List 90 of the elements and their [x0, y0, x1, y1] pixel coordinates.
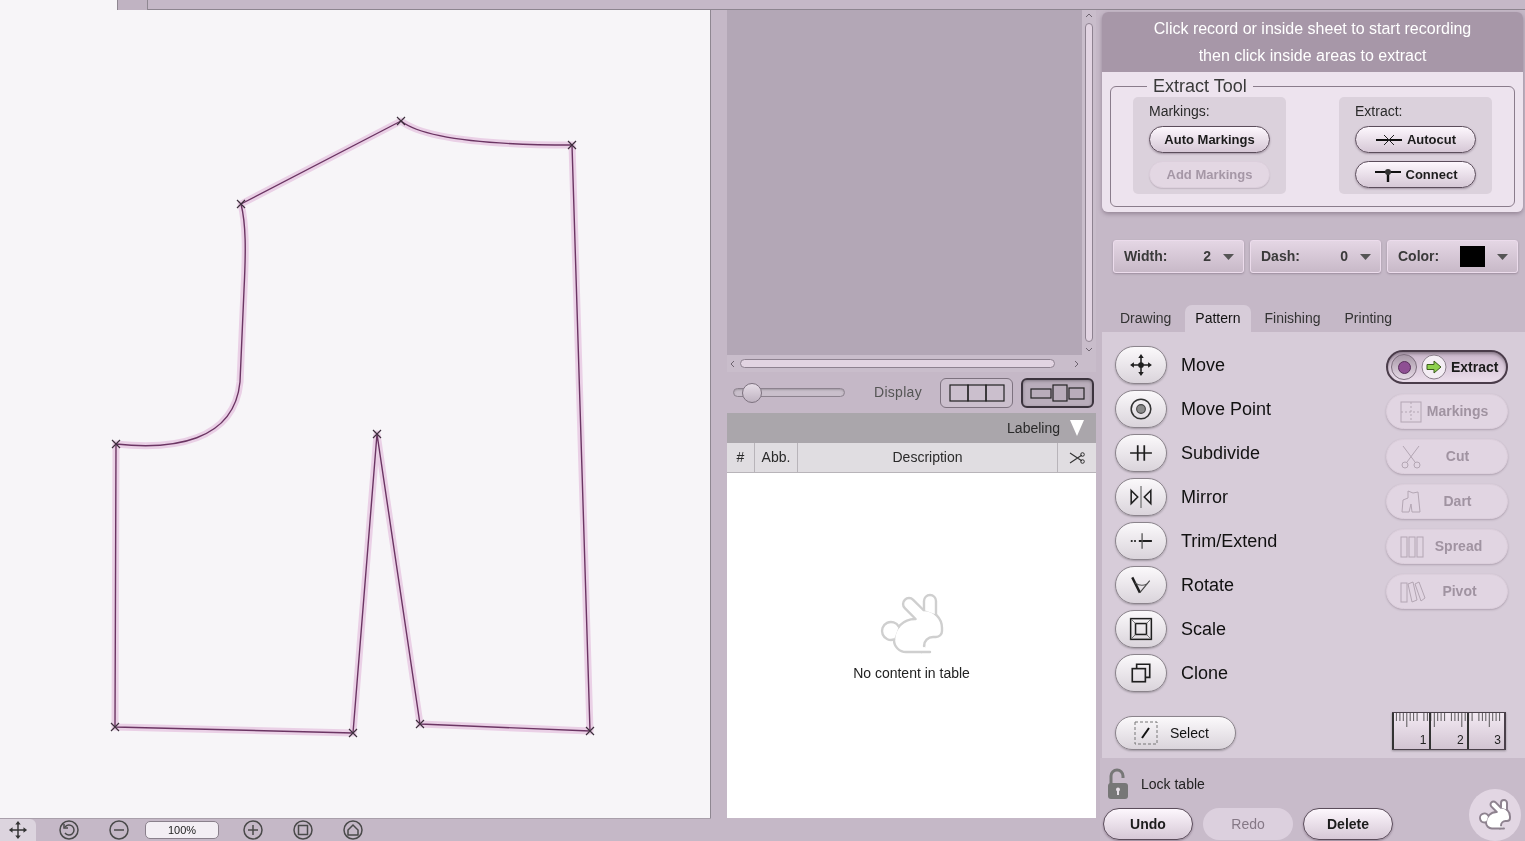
vertex-marker-icon[interactable]: [585, 726, 595, 736]
house-circle-icon[interactable]: [343, 820, 363, 840]
tee-joint-icon: [1373, 167, 1402, 182]
dashed-grid-icon: [1400, 400, 1422, 423]
tool-button[interactable]: [1115, 346, 1167, 384]
column-header[interactable]: #: [727, 443, 755, 472]
tool-button[interactable]: [1115, 478, 1167, 516]
lock-table-label: Lock table: [1141, 774, 1205, 794]
vertex-marker-icon[interactable]: [567, 140, 577, 150]
concentric-circle-icon: [1129, 397, 1153, 421]
zoom-field[interactable]: 100%: [145, 821, 219, 839]
tab[interactable]: Finishing: [1254, 305, 1331, 332]
vertical-scrollbar[interactable]: [1082, 10, 1096, 355]
tool-label: Clone: [1181, 661, 1229, 685]
minus-circle-icon[interactable]: [109, 820, 129, 840]
scrollbar-thumb[interactable]: [1085, 23, 1093, 342]
empty-table-message: No content in table: [853, 664, 970, 683]
tool-label: Trim/Extend: [1181, 529, 1278, 553]
tool-label: Subdivide: [1181, 441, 1261, 465]
dropdown[interactable]: Color:: [1387, 240, 1518, 273]
vertex-marker-icon[interactable]: [111, 439, 121, 449]
group-title: Extract Tool: [1152, 75, 1248, 97]
open-padlock-icon[interactable]: [1107, 768, 1129, 800]
tab[interactable]: Printing: [1334, 305, 1402, 332]
fanned-strips-icon: [1400, 580, 1426, 603]
tool-label: Rotate: [1181, 573, 1235, 597]
overlapping-squares-icon: [1129, 661, 1153, 685]
vertex-marker-icon[interactable]: [415, 719, 425, 729]
column-header[interactable]: Abb.: [755, 443, 798, 472]
square-circle-icon[interactable]: [293, 820, 313, 840]
tool-button[interactable]: [1115, 390, 1167, 428]
labeling-toggle[interactable]: Labeling: [1007, 417, 1084, 439]
tool-button[interactable]: [1115, 654, 1167, 692]
vertex-marker-icon[interactable]: [372, 429, 382, 439]
move-arrows-icon: [8, 820, 28, 840]
scrollbar-thumb[interactable]: [740, 359, 1055, 368]
strips-icon: [1400, 535, 1424, 558]
column-header[interactable]: Description: [798, 443, 1058, 472]
pill-button[interactable]: Auto Markings: [1149, 126, 1270, 153]
slider-thumb[interactable]: [742, 382, 763, 403]
pill-button[interactable]: Autocut: [1355, 126, 1476, 153]
tool-label: Mirror: [1181, 485, 1228, 509]
layout-button[interactable]: [1021, 377, 1094, 408]
mixed-columns-icon: [1029, 383, 1086, 402]
rabbit-logo-icon[interactable]: [1469, 789, 1521, 841]
scissors-icon: [1069, 450, 1085, 465]
caret-icon: [1223, 253, 1234, 260]
slider-track[interactable]: [733, 382, 845, 403]
ruler-number: 2: [1456, 734, 1464, 746]
move-button[interactable]: [0, 819, 36, 841]
tab[interactable]: Pattern: [1185, 305, 1251, 332]
arrow-right-icon: [1421, 354, 1447, 380]
nested-square-icon: [1129, 617, 1153, 641]
tool-button[interactable]: [1115, 434, 1167, 472]
display-label: Display: [874, 383, 922, 402]
crossed-line-icon: [1374, 133, 1403, 146]
horizontal-scrollbar[interactable]: [727, 355, 1096, 372]
triangle-down-icon: [1070, 420, 1084, 436]
caret-icon: [1360, 253, 1371, 260]
select-button[interactable]: Select: [1115, 716, 1236, 750]
section-label: Extract:: [1355, 102, 1404, 121]
tool-label: Move Point: [1181, 397, 1272, 421]
history-button[interactable]: Undo: [1103, 808, 1193, 840]
mirror-triangles-icon: [1129, 485, 1153, 509]
garment-piece-icon: [1400, 489, 1422, 514]
vertex-marker-icon[interactable]: [110, 722, 120, 732]
dropdown[interactable]: Dash: 0: [1250, 240, 1381, 273]
dashed-select-icon: [1134, 721, 1158, 745]
tool-button[interactable]: [1115, 566, 1167, 604]
scissors-icon: [1400, 444, 1422, 469]
pill-button[interactable]: Connect: [1355, 161, 1476, 188]
ruler-number: 1: [1419, 734, 1427, 746]
caret-icon: [1497, 253, 1508, 260]
move-arrows-icon: [1129, 353, 1153, 377]
vertex-marker-icon[interactable]: [396, 116, 406, 126]
vertex-marker-icon[interactable]: [236, 199, 246, 209]
tool-label: Scale: [1181, 617, 1227, 641]
plus-circle-icon[interactable]: [243, 820, 263, 840]
tab[interactable]: Drawing: [1110, 305, 1182, 332]
vertex-marker-icon[interactable]: [348, 728, 358, 738]
equal-columns-icon: [948, 383, 1005, 402]
tool-label: Move: [1181, 353, 1225, 377]
layout-button[interactable]: [940, 377, 1013, 408]
ruler-number: 3: [1494, 734, 1501, 746]
action-button[interactable]: Extract: [1386, 350, 1508, 384]
tool-button[interactable]: [1115, 610, 1167, 648]
history-button[interactable]: Delete: [1303, 808, 1393, 840]
dropdown[interactable]: Width: 2: [1113, 240, 1244, 273]
hint-text: Click record or inside sheet to start recording then click inside areas to extract: [1153, 19, 1472, 66]
section-label: Markings:: [1149, 102, 1211, 121]
